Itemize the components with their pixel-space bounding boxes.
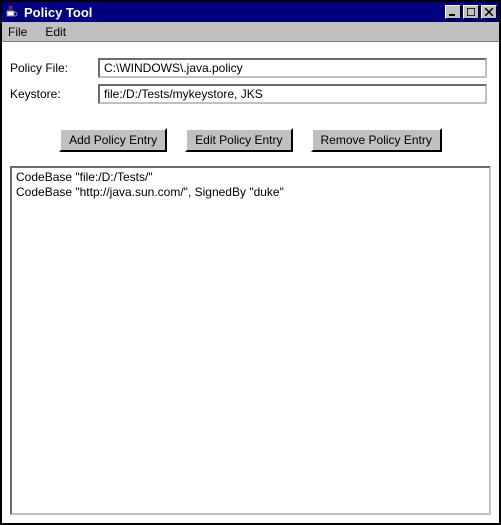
policy-entries-list[interactable]: CodeBase "file:/D:/Tests/" CodeBase "htt…: [10, 166, 491, 515]
content-area: Policy File: Keystore: Add Policy Entry …: [2, 42, 499, 523]
button-row: Add Policy Entry Edit Policy Entry Remov…: [8, 110, 493, 166]
titlebar: Policy Tool: [2, 2, 499, 22]
edit-policy-entry-button[interactable]: Edit Policy Entry: [185, 128, 292, 152]
keystore-label: Keystore:: [8, 87, 98, 101]
add-policy-entry-button[interactable]: Add Policy Entry: [59, 128, 167, 152]
remove-policy-entry-button[interactable]: Remove Policy Entry: [311, 128, 442, 152]
menu-file[interactable]: File: [8, 25, 27, 39]
java-cup-icon: [4, 4, 20, 20]
list-item[interactable]: CodeBase "file:/D:/Tests/": [16, 170, 485, 185]
keystore-input[interactable]: [98, 84, 487, 104]
minimize-button[interactable]: [445, 5, 461, 19]
close-button[interactable]: [481, 5, 497, 19]
policy-file-label: Policy File:: [8, 61, 98, 75]
keystore-row: Keystore:: [8, 84, 493, 104]
app-window: Policy Tool File Edit Policy File: Keyst…: [0, 0, 501, 525]
policy-file-row: Policy File:: [8, 58, 493, 78]
window-controls: [445, 5, 497, 19]
maximize-button[interactable]: [463, 5, 479, 19]
list-item[interactable]: CodeBase "http://java.sun.com/", SignedB…: [16, 185, 485, 200]
form-area: Policy File: Keystore:: [8, 48, 493, 110]
menubar: File Edit: [2, 22, 499, 42]
policy-file-input[interactable]: [98, 58, 487, 78]
menu-edit[interactable]: Edit: [45, 25, 66, 39]
window-title: Policy Tool: [24, 5, 445, 20]
